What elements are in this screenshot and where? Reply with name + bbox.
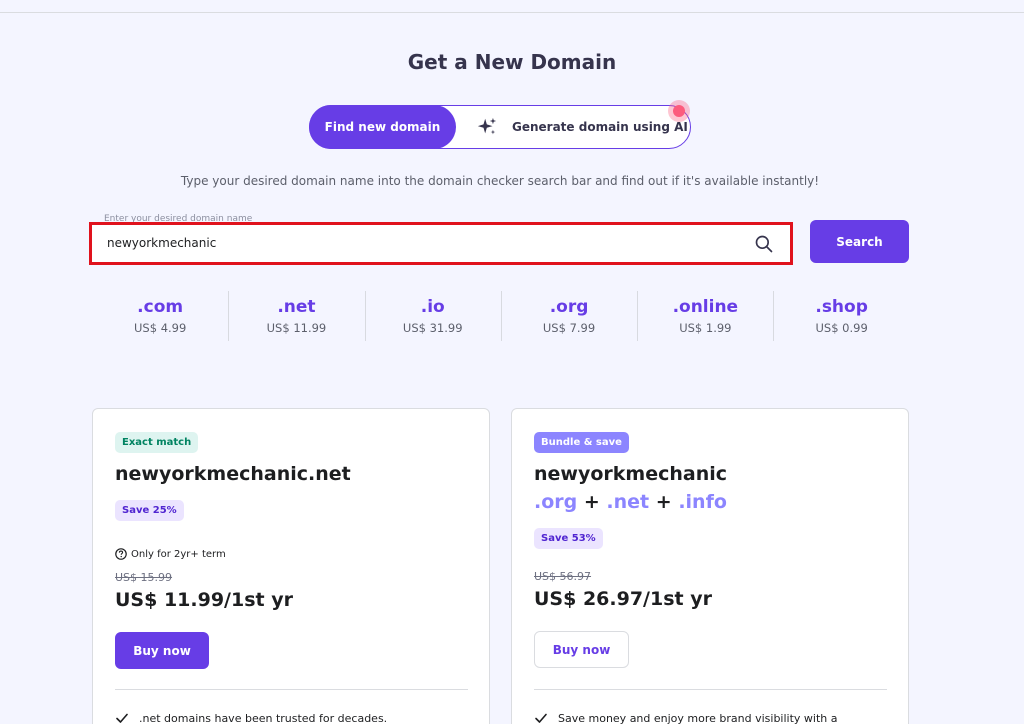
find-new-domain-tab[interactable]: Find new domain	[309, 105, 456, 149]
tld-net[interactable]: .net US$ 11.99	[228, 291, 364, 343]
tld-io[interactable]: .io US$ 31.99	[364, 291, 501, 343]
search-input-value: newyorkmechanic	[107, 236, 217, 250]
sale-price: US$ 11.99/1st yr	[115, 589, 293, 611]
feature-text: .net domains have been trusted for decad…	[139, 711, 388, 724]
tld-extension: .net	[277, 297, 316, 317]
question-icon	[115, 548, 127, 560]
save-badge: Save 53%	[534, 528, 603, 549]
tld-extension: .com	[137, 297, 184, 317]
bundle-ext-info: .info	[678, 491, 727, 513]
card-divider	[115, 689, 468, 690]
feature-item: Save money and enjoy more brand visibili…	[534, 711, 838, 724]
tld-shop[interactable]: .shop US$ 0.99	[773, 291, 909, 343]
check-icon	[116, 713, 128, 723]
tld-extension: .org	[549, 297, 589, 317]
bundle-badge: Bundle & save	[534, 432, 629, 453]
sparkle-icon	[477, 117, 497, 135]
check-icon	[535, 713, 547, 723]
original-price: US$ 15.99	[115, 571, 173, 584]
domain-name: newyorkmechanic	[534, 463, 728, 485]
sale-price: US$ 26.97/1st yr	[534, 588, 712, 610]
card-divider	[534, 689, 887, 690]
tld-com[interactable]: .com US$ 4.99	[92, 291, 228, 343]
tld-online[interactable]: .online US$ 1.99	[637, 291, 773, 343]
buy-now-button[interactable]: Buy now	[115, 632, 209, 669]
domain-name: newyorkmechanic.net	[115, 463, 351, 485]
feature-item: .net domains have been trusted for decad…	[115, 711, 387, 724]
page-title: Get a New Domain	[407, 50, 617, 74]
tld-org[interactable]: .org US$ 7.99	[500, 291, 637, 343]
top-divider	[0, 12, 1024, 13]
tld-extension: .io	[420, 297, 445, 317]
tld-price: US$ 4.99	[134, 321, 187, 335]
exact-match-card: Exact match newyorkmechanic.net Save 25%…	[92, 408, 490, 724]
tld-price-list: .com US$ 4.99 .net US$ 11.99 .io US$ 31.…	[92, 291, 910, 343]
generate-domain-ai-label: Generate domain using AI	[512, 120, 688, 134]
tld-extension: .online	[672, 297, 739, 317]
plus-sign: +	[655, 491, 672, 513]
original-price: US$ 56.97	[534, 570, 592, 583]
bundle-card: Bundle & save newyorkmechanic .org + .ne…	[511, 408, 909, 724]
plus-sign: +	[583, 491, 600, 513]
domain-search-input[interactable]: newyorkmechanic	[89, 222, 793, 265]
generate-domain-ai-tab[interactable]: Generate domain using AI	[476, 106, 688, 148]
bundle-ext-org: .org	[534, 491, 578, 513]
search-mode-toggle: Find new domain Generate domain using AI	[309, 105, 691, 149]
tld-price: US$ 1.99	[679, 321, 732, 335]
tld-price: US$ 0.99	[815, 321, 868, 335]
bundle-ext-net: .net	[606, 491, 650, 513]
feature-text: Save money and enjoy more brand visibili…	[558, 711, 838, 724]
find-new-domain-label: Find new domain	[324, 120, 441, 134]
term-note-text: Only for 2yr+ term	[131, 548, 226, 560]
term-note: Only for 2yr+ term	[115, 548, 226, 560]
save-badge: Save 25%	[115, 500, 184, 521]
bundle-extensions: .org + .net + .info	[534, 491, 727, 513]
tld-price: US$ 7.99	[542, 321, 596, 335]
tld-price: US$ 11.99	[266, 321, 327, 335]
tld-extension: .shop	[815, 297, 868, 317]
exact-match-badge: Exact match	[115, 432, 199, 453]
tld-price: US$ 31.99	[402, 321, 463, 335]
notification-dot	[668, 100, 690, 122]
page-subtitle: Type your desired domain name into the d…	[180, 174, 820, 188]
search-button[interactable]: Search	[810, 220, 909, 263]
search-icon[interactable]	[754, 234, 774, 254]
buy-now-button[interactable]: Buy now	[534, 631, 629, 668]
